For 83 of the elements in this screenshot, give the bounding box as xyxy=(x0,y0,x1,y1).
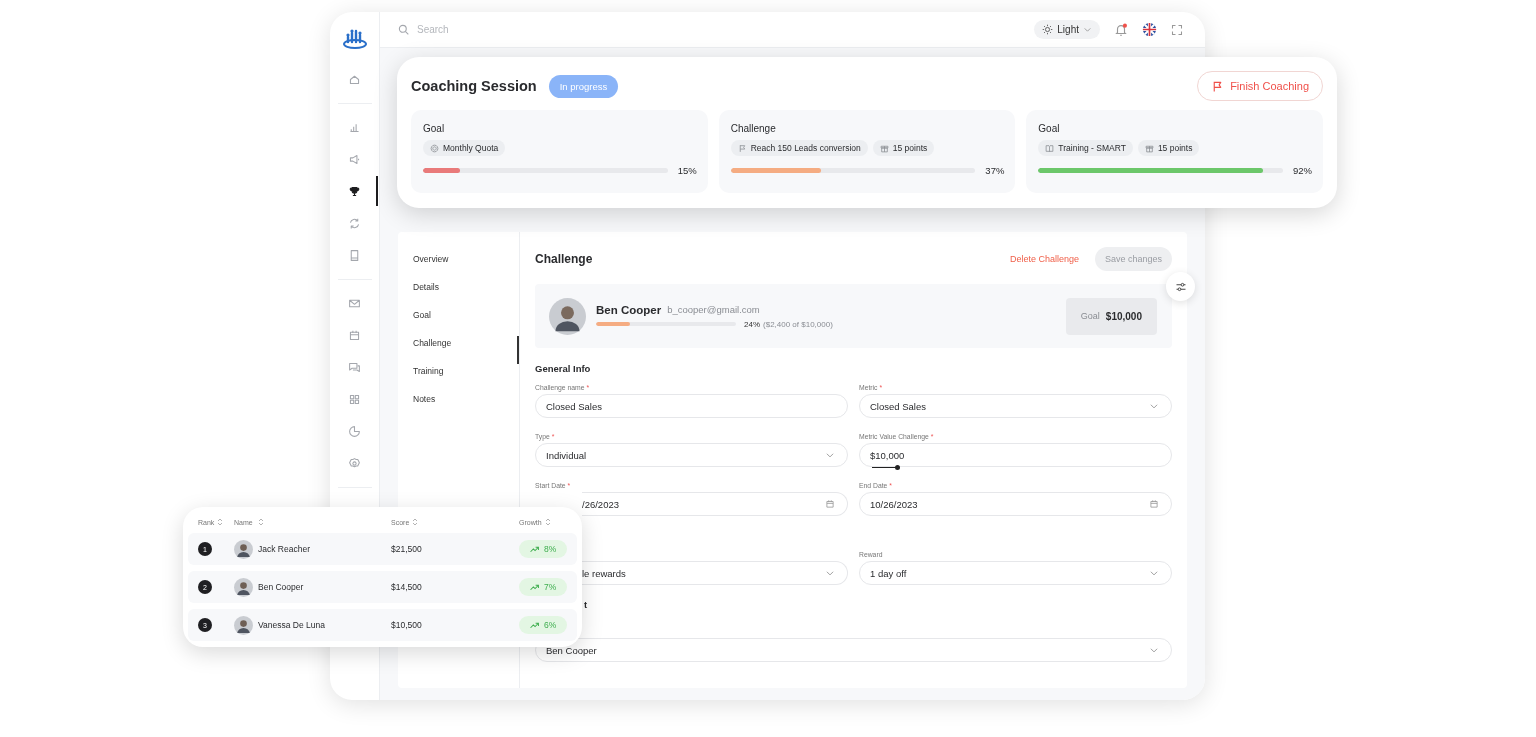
mail-icon xyxy=(348,297,361,310)
chevron-down-icon xyxy=(825,568,835,578)
theme-dropdown[interactable]: Light xyxy=(1034,20,1100,39)
table-cell: $21,500 xyxy=(391,544,422,554)
sliders-icon xyxy=(1174,280,1187,293)
sort-icon xyxy=(217,518,224,526)
avatar xyxy=(549,297,586,335)
bell-icon[interactable] xyxy=(1114,22,1128,37)
growth-badge: 8% xyxy=(519,540,568,558)
status-badge: In progress xyxy=(548,74,619,98)
chat-icon xyxy=(348,361,361,374)
avatar xyxy=(234,539,253,559)
tag: 15 points xyxy=(872,140,935,156)
chevron-down-icon xyxy=(1149,645,1159,655)
tablet-icon xyxy=(348,249,361,262)
search-icon xyxy=(398,24,409,35)
tag: 15 points xyxy=(1137,140,1200,156)
nav-tab[interactable]: Training xyxy=(398,364,519,392)
chevron-down-icon xyxy=(1149,401,1159,411)
nav-tab[interactable]: Goal xyxy=(398,308,519,336)
card-heading: Goal xyxy=(423,123,446,134)
progress-reading: 37% xyxy=(985,165,1004,176)
table-cell: Ben Cooper xyxy=(258,582,304,592)
nav-tab[interactable]: Overview xyxy=(398,252,519,280)
trend-up-icon xyxy=(530,582,539,592)
card-heading: Goal xyxy=(1038,123,1061,134)
progress-reading: 92% xyxy=(1293,165,1311,176)
calendar-icon xyxy=(1149,499,1159,509)
nav-tab[interactable]: Challenge xyxy=(398,336,519,364)
avatar xyxy=(234,615,253,635)
search-field[interactable]: Search xyxy=(415,23,619,36)
home-icon xyxy=(348,73,361,86)
section-heading: General Info xyxy=(535,363,591,374)
progress-reading: 15% xyxy=(677,165,696,176)
gift-icon xyxy=(1144,143,1154,153)
nav-tab[interactable]: Details xyxy=(398,280,519,308)
settings-icon xyxy=(348,457,361,470)
table-cell: $14,500 xyxy=(391,582,422,592)
progress-reading: 24% xyxy=(744,319,760,329)
calendar-icon xyxy=(348,329,361,342)
chevron-down-icon xyxy=(825,450,835,460)
chevron-down-icon xyxy=(1083,25,1092,34)
finish-button[interactable]: Finish Coaching xyxy=(1197,71,1323,101)
sort-icon xyxy=(544,518,551,526)
trend-up-icon xyxy=(530,544,539,554)
calendar-icon xyxy=(825,499,835,509)
megaphone-icon xyxy=(348,153,361,166)
grid-icon xyxy=(348,393,361,406)
growth-badge: 7% xyxy=(519,578,568,596)
sort-icon xyxy=(257,518,264,526)
table-cell: Vanessa De Luna xyxy=(258,620,325,630)
book-icon xyxy=(1045,143,1055,153)
tag: Reach 150 Leads conversion xyxy=(730,140,868,156)
card-title: Coaching Session xyxy=(411,78,537,94)
flag-icon xyxy=(737,143,747,153)
section-title: Challenge xyxy=(535,252,594,266)
tag: Monthly Quota xyxy=(423,140,506,156)
table-cell: $10,500 xyxy=(391,620,422,630)
trend-up-icon xyxy=(530,620,539,630)
chevron-down-icon xyxy=(1149,568,1159,578)
tag: Training - SMART xyxy=(1038,140,1133,156)
goal-value: $10,000 xyxy=(1105,310,1142,322)
progress-detail: ($2,400 of $10,000) xyxy=(763,319,833,329)
user-email: b_cooper@gmail.com xyxy=(667,304,760,315)
flag-icon[interactable] xyxy=(1142,22,1157,37)
sort-icon xyxy=(412,518,419,526)
logo-icon xyxy=(341,28,368,50)
bar-chart-icon xyxy=(348,121,361,134)
trophy-icon xyxy=(348,185,361,198)
goal-label: Goal xyxy=(1080,311,1100,321)
nav-tab[interactable]: Notes xyxy=(398,392,519,420)
gift-icon xyxy=(879,143,889,153)
sun-icon xyxy=(1042,24,1054,35)
avatar xyxy=(234,577,253,597)
growth-badge: 6% xyxy=(519,616,568,634)
user-name: Ben Cooper xyxy=(596,303,662,316)
fullscreen-icon[interactable] xyxy=(1171,23,1183,36)
card-heading: Challenge xyxy=(730,123,777,134)
refresh-icon xyxy=(348,217,361,230)
table-cell: Jack Reacher xyxy=(258,544,310,554)
section-heading: t xyxy=(584,599,588,610)
pie-chart-icon xyxy=(348,425,361,438)
target-icon xyxy=(430,143,439,153)
